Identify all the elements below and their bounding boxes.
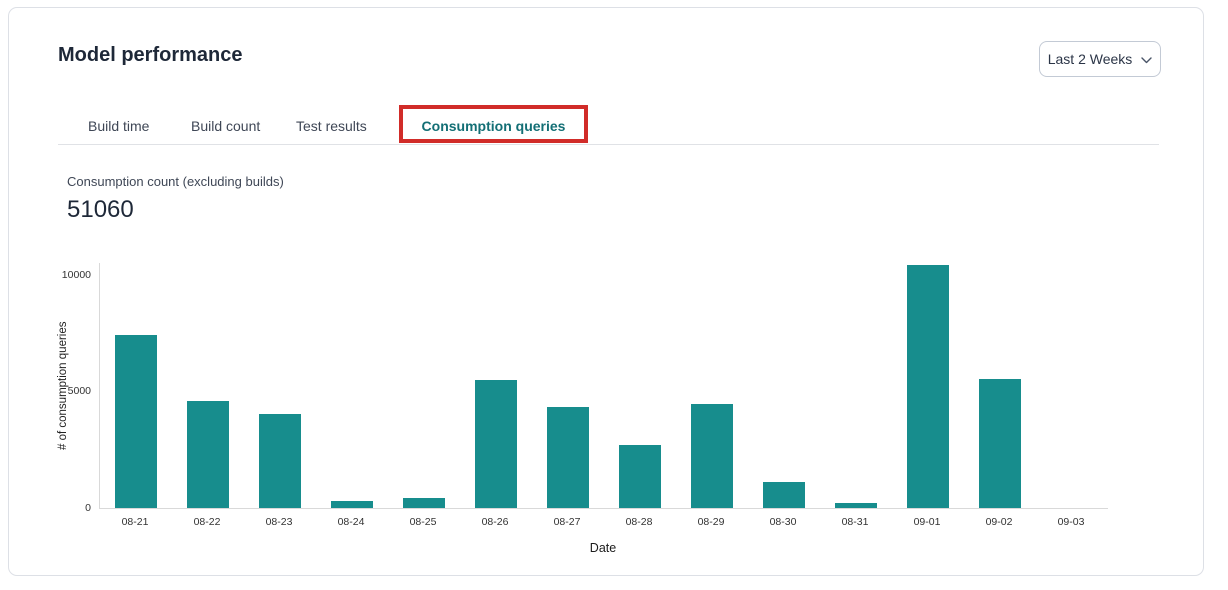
bar-slot [460,263,532,508]
date-range-value: Last 2 Weeks [1048,51,1133,67]
bar-slot [676,263,748,508]
x-tick-label: 08-29 [675,516,747,528]
y-tick-label: 5000 [68,385,91,397]
bar-08-28 [619,445,661,508]
x-tick-label: 09-02 [963,516,1035,528]
bar-09-01 [907,265,949,508]
date-range-select[interactable]: Last 2 Weeks [1039,41,1161,77]
x-axis-title: Date [99,541,1107,555]
x-tick-label: 09-01 [891,516,963,528]
x-tick-label: 08-28 [603,516,675,528]
bar-08-25 [403,498,445,509]
bar-slot [172,263,244,508]
y-axis-ticks: 0500010000 [39,263,95,508]
bar-08-22 [187,401,229,508]
bar-slot [892,263,964,508]
bar-08-29 [691,404,733,508]
bar-slot [388,263,460,508]
plot-area [99,263,1108,509]
metric-value: 51060 [67,196,134,224]
x-tick-label: 08-25 [387,516,459,528]
bar-slot [1036,263,1108,508]
tab-build-time[interactable]: Build time [88,116,149,136]
bar-08-27 [547,407,589,508]
tab-test-results[interactable]: Test results [296,116,367,136]
x-tick-label: 08-22 [171,516,243,528]
bar-08-21 [115,335,157,508]
y-tick-label: 0 [85,502,91,514]
x-tick-label: 09-03 [1035,516,1107,528]
tab-build-count[interactable]: Build count [191,116,260,136]
x-axis-labels: 08-2108-2208-2308-2408-2508-2608-2708-28… [99,516,1107,528]
bar-08-26 [475,380,517,508]
tab-consumption-queries[interactable]: Consumption queries [399,116,588,136]
chevron-down-icon [1141,57,1152,64]
tabs-divider [58,144,1159,145]
bar-slot [748,263,820,508]
x-tick-label: 08-21 [99,516,171,528]
bar-slot [316,263,388,508]
bar-08-24 [331,501,373,509]
x-tick-label: 08-27 [531,516,603,528]
x-tick-label: 08-31 [819,516,891,528]
bar-slot [820,263,892,508]
x-tick-label: 08-30 [747,516,819,528]
page-title: Model performance [58,42,242,68]
bar-slot [604,263,676,508]
bar-slot [100,263,172,508]
x-tick-label: 08-26 [459,516,531,528]
bar-slot [532,263,604,508]
y-tick-label: 10000 [62,269,91,281]
bar-slot [244,263,316,508]
metric-label: Consumption count (excluding builds) [67,174,284,189]
bar-09-02 [979,379,1021,508]
model-performance-card: Model performance Last 2 Weeks Build tim… [8,7,1204,576]
bar-08-31 [835,503,877,508]
bar-slot [964,263,1036,508]
bar-08-30 [763,482,805,508]
bar-08-23 [259,414,301,509]
x-tick-label: 08-24 [315,516,387,528]
x-tick-label: 08-23 [243,516,315,528]
